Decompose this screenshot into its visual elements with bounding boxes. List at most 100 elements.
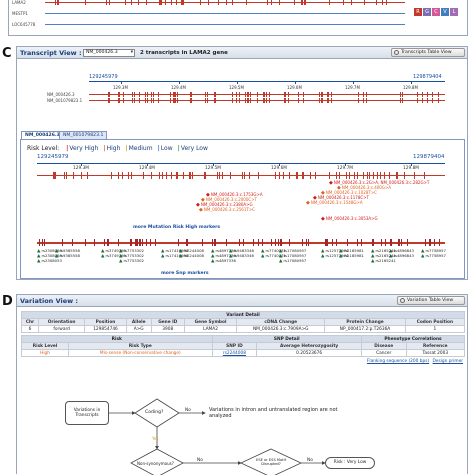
exon-block bbox=[314, 172, 316, 179]
snp-marker[interactable]: ▲rs7753302 bbox=[119, 258, 144, 264]
overview-tick-label: 129.7M bbox=[345, 85, 360, 90]
overview-coord-start: 129245979 bbox=[89, 74, 118, 80]
tab-nm-001079823[interactable]: NM_001079823.1 bbox=[59, 131, 108, 139]
track-color-button-l[interactable]: L bbox=[450, 8, 458, 16]
exon-block bbox=[218, 172, 220, 179]
variant-column-headers: Chr Orientation Position Allele Gene ID Gene … bbox=[20, 318, 466, 326]
snp-marker[interactable]: ▲rs7758957 bbox=[421, 253, 446, 259]
exon-block bbox=[159, 172, 161, 179]
snp-marker[interactable]: ▲rs2185981 bbox=[339, 253, 364, 259]
detail-tick-label: 129.3M bbox=[73, 166, 90, 171]
risk-col-header: Risk Type bbox=[68, 342, 213, 350]
flow-no-label-1: No bbox=[185, 408, 191, 413]
exon-block bbox=[372, 172, 374, 179]
exon-block bbox=[189, 98, 191, 103]
triangle-icon: ▲ bbox=[161, 254, 165, 259]
chevron-down-icon: ▾ bbox=[130, 50, 133, 55]
exon-block bbox=[207, 98, 209, 103]
exon-block bbox=[146, 239, 148, 246]
exon-block bbox=[161, 172, 163, 179]
exon-block bbox=[232, 92, 234, 97]
exon-block bbox=[245, 98, 247, 103]
snp-marker[interactable]: ▲rs9385558 bbox=[55, 253, 80, 259]
exon-block bbox=[284, 92, 286, 97]
exon-marker bbox=[160, 0, 162, 5]
exon-block bbox=[150, 92, 152, 97]
transcripts-table-view-button[interactable]: Transcripts Table View bbox=[391, 48, 465, 57]
exon-block bbox=[110, 172, 112, 179]
exon-block bbox=[372, 239, 374, 246]
detail-ruler bbox=[37, 163, 445, 164]
more-snp-link[interactable]: more Snp markers bbox=[161, 271, 209, 276]
exon-block bbox=[142, 172, 144, 179]
search-icon bbox=[400, 298, 405, 303]
mutation-marker[interactable]: ◆NM_000426.3:c.1548G>A bbox=[306, 200, 363, 206]
exon-block bbox=[275, 239, 277, 246]
track-color-button-r[interactable]: R bbox=[414, 8, 422, 16]
exon-marker bbox=[304, 0, 306, 5]
exon-block bbox=[284, 98, 286, 103]
exon-block bbox=[153, 92, 155, 97]
variation-table-view-button[interactable]: Variation Table View bbox=[397, 296, 465, 305]
exon-marker bbox=[217, 0, 219, 5]
exon-block bbox=[146, 92, 148, 97]
overview-tick-label: 129.6M bbox=[287, 85, 302, 90]
triangle-icon: ▲ bbox=[211, 259, 215, 264]
variant-detail-heading: Variant Detail bbox=[21, 311, 465, 319]
exon-block bbox=[177, 239, 179, 246]
mutation-marker[interactable]: ◆NM_000426.3:c.2561T>C bbox=[199, 207, 255, 213]
more-mutation-link[interactable]: more Mutation Risk High markers bbox=[133, 225, 220, 230]
overview-tick bbox=[121, 81, 122, 84]
triangle-icon: ▲ bbox=[179, 254, 183, 259]
exon-block bbox=[357, 172, 359, 179]
exon-marker bbox=[246, 0, 248, 5]
exon-block bbox=[86, 172, 88, 179]
track-color-button-v[interactable]: V bbox=[441, 8, 449, 16]
risk-level-swatch: | bbox=[125, 145, 128, 152]
exon-block bbox=[94, 239, 96, 246]
exon-block bbox=[379, 172, 381, 179]
triangle-icon: ▲ bbox=[55, 254, 59, 259]
mutation-marker-label: NM_000426.3:c.1548G>A bbox=[310, 200, 363, 205]
track-color-button-c[interactable]: C bbox=[432, 8, 440, 16]
track-color-button-g[interactable]: G bbox=[423, 8, 431, 16]
exon-block bbox=[320, 92, 322, 97]
exon-marker bbox=[85, 0, 87, 5]
risk-cell: High bbox=[20, 349, 70, 357]
exon-block bbox=[138, 92, 140, 97]
snp-marker[interactable]: ▲rs9483346 bbox=[229, 253, 254, 259]
variant-cell: 1 bbox=[404, 325, 466, 333]
exon-block bbox=[153, 98, 155, 103]
exon-block bbox=[117, 172, 119, 179]
flow-coding-label: Coding? bbox=[145, 410, 164, 415]
snp-id-link[interactable]: rs2244008 bbox=[223, 351, 246, 356]
snp-marker[interactable]: ▲rs2244008 bbox=[179, 253, 204, 259]
exon-block bbox=[249, 98, 251, 103]
variant-links: Flanking sequence (200 bps) Design prime… bbox=[367, 359, 463, 364]
exon-block bbox=[119, 92, 121, 97]
snp-marker[interactable]: ▲rs4896843 bbox=[389, 253, 414, 259]
exon-block bbox=[175, 92, 176, 97]
exon-block bbox=[146, 98, 148, 103]
snp-marker[interactable]: ▲rs17080957 bbox=[279, 258, 306, 264]
detail-coord-start: 129245979 bbox=[37, 154, 69, 160]
risk-level-swatch: | bbox=[66, 145, 69, 152]
exon-block bbox=[249, 92, 251, 97]
exon-block bbox=[84, 239, 86, 246]
exon-block bbox=[404, 172, 406, 179]
exon-block bbox=[358, 98, 360, 103]
variation-view-panel: Variation View : Variation Table View Va… bbox=[16, 294, 468, 475]
risk-legend: Risk Level: |Very High |High |Medium |Low |V… bbox=[27, 145, 208, 152]
flanking-sequence-link[interactable]: Flanking sequence (200 bps) bbox=[367, 359, 429, 364]
exon-block bbox=[54, 172, 56, 179]
triangle-icon: ▲ bbox=[119, 259, 123, 264]
transcript-select[interactable]: NM_000426.3 ▾ bbox=[83, 49, 135, 57]
exon-block bbox=[207, 92, 209, 97]
exon-marker bbox=[158, 0, 160, 5]
exon-block bbox=[241, 172, 243, 179]
design-primer-link[interactable]: Design primer bbox=[433, 359, 464, 364]
mutation-marker[interactable]: ◆NM_000426.3:c.3053A>G bbox=[321, 216, 378, 222]
tab-nm-000426[interactable]: NM_000426.3 bbox=[21, 131, 64, 139]
exon-marker bbox=[175, 0, 177, 5]
exon-block bbox=[377, 172, 379, 179]
